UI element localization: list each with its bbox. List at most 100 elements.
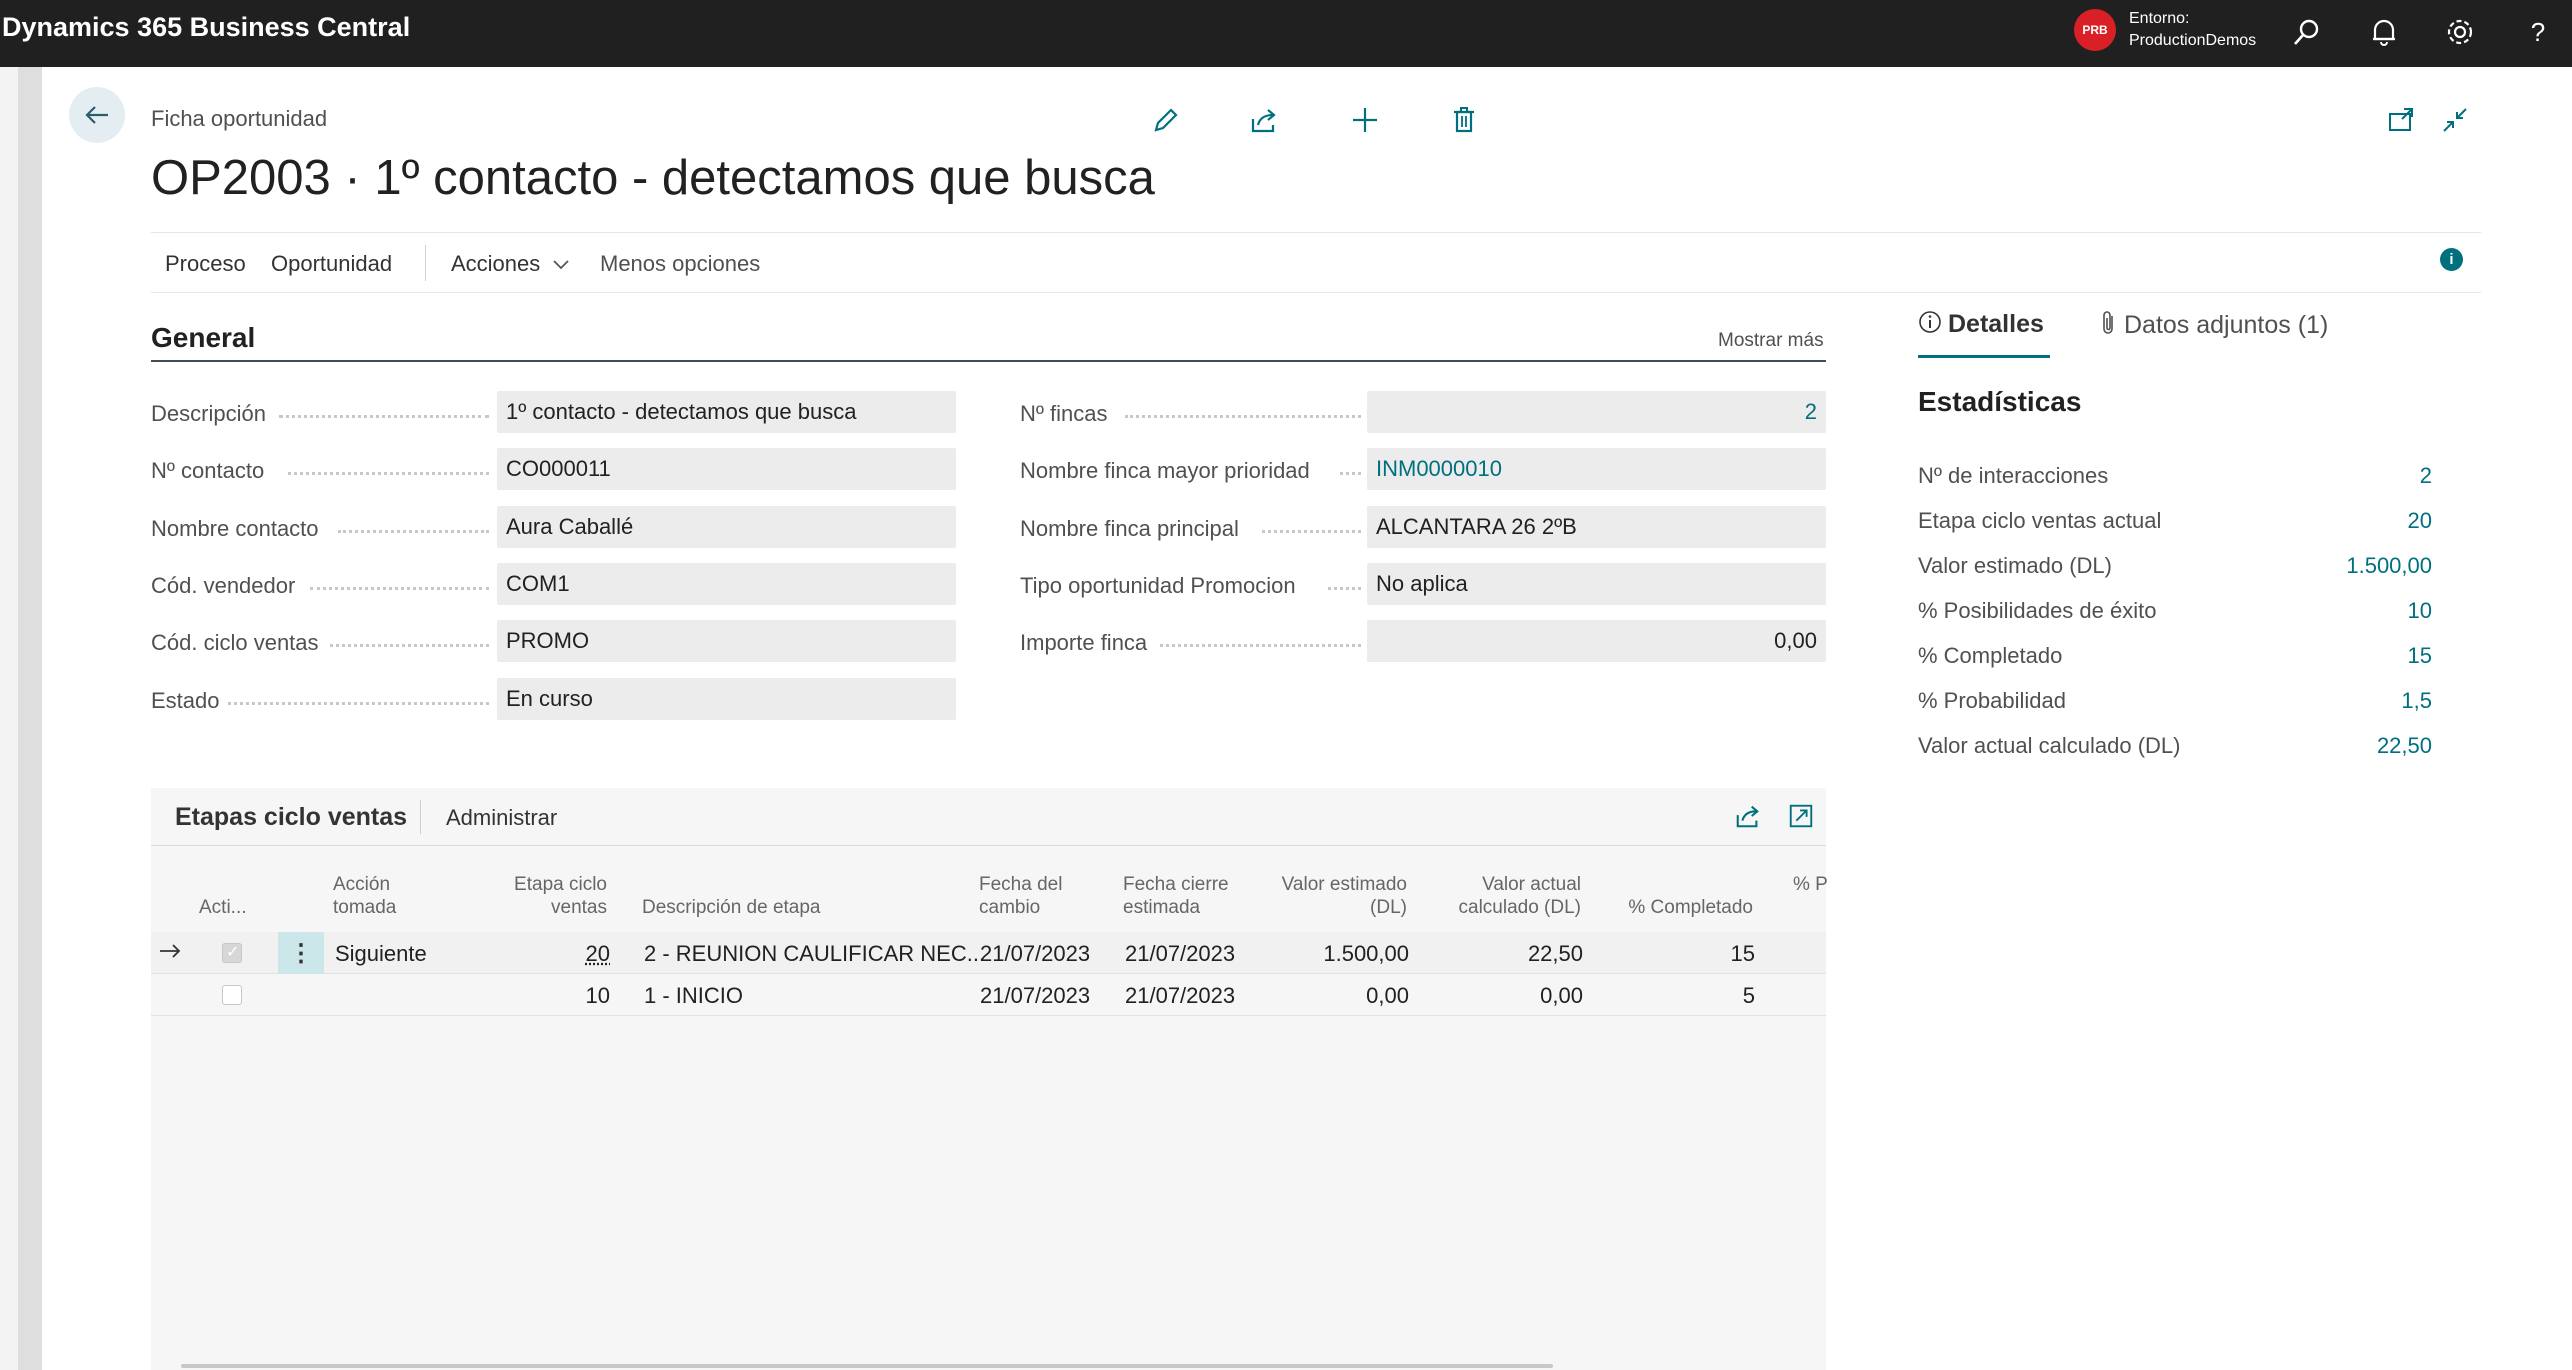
arrow-left-icon <box>85 106 108 124</box>
col-head-line: Valor estimado <box>1281 874 1407 895</box>
general-section-title[interactable]: General <box>151 322 255 354</box>
field-value-nombre-finca-mayor-prioridad[interactable]: INM0000010 <box>1367 448 1826 490</box>
cell-etapa[interactable]: 20 <box>551 941 610 967</box>
part-expand-button[interactable] <box>1783 798 1819 834</box>
col-head-probabilidad[interactable]: % P <box>1793 873 1828 896</box>
field-value-nombre-finca-principal[interactable]: ALCANTARA 26 2ºB <box>1367 506 1826 548</box>
action-proceso[interactable]: Proceso <box>165 251 246 277</box>
col-head-fecha-cierre[interactable]: Fecha cierre estimada <box>1123 873 1229 919</box>
field-value-descripcion[interactable]: 1º contacto - detectamos que busca <box>497 391 956 433</box>
info-icon[interactable]: i <box>2440 248 2463 271</box>
environment-name: ProductionDemos <box>2129 32 2257 49</box>
table-row[interactable]: 10 1 - INICIO 21/07/2023 21/07/2023 0,00… <box>151 974 1826 1016</box>
cell-accion-tomada[interactable]: Siguiente <box>335 941 427 967</box>
left-gutter <box>0 67 42 1370</box>
environment-label: Entorno: <box>2129 10 2190 27</box>
field-label-n-fincas: Nº fincas <box>1020 401 1108 426</box>
stat-value[interactable]: 10 <box>2232 598 2432 624</box>
factbox-title: Estadísticas <box>1918 386 2082 417</box>
field-value-estado[interactable]: En curso <box>497 678 956 720</box>
col-head-fecha-cambio[interactable]: Fecha del cambio <box>979 873 1062 919</box>
row-active-checkbox[interactable] <box>222 985 242 1005</box>
stat-label: Etapa ciclo ventas actual <box>1918 508 2162 533</box>
show-more-link[interactable]: Mostrar más <box>1718 330 1824 352</box>
collapse-button[interactable] <box>2435 100 2475 140</box>
cell-completado[interactable]: 5 <box>1621 983 1755 1009</box>
field-value-tipo-oportunidad-promocion[interactable]: No aplica <box>1367 563 1826 605</box>
stat-value[interactable]: 1,5 <box>2232 688 2432 714</box>
action-oportunidad[interactable]: Oportunidad <box>271 251 392 277</box>
gear-icon[interactable] <box>2440 12 2480 52</box>
action-menos-opciones[interactable]: Menos opciones <box>600 251 760 277</box>
col-head-valor-actual[interactable]: Valor actual calculado (DL) <box>1413 873 1582 919</box>
col-head-valor-estimado[interactable]: Valor estimado (DL) <box>1265 873 1407 919</box>
col-head-line: estimada <box>1123 897 1201 918</box>
field-value-importe-finca[interactable]: 0,00 <box>1367 620 1826 662</box>
share-icon <box>1251 109 1276 133</box>
stat-value[interactable]: 22,50 <box>2232 733 2432 759</box>
field-value-cod-vendedor[interactable]: COM1 <box>497 563 956 605</box>
horizontal-scrollbar[interactable] <box>181 1364 1553 1368</box>
paperclip-icon <box>2100 310 2118 343</box>
col-head-etapa-ciclo-ventas[interactable]: Etapa ciclo ventas <box>491 873 607 919</box>
col-head-line: Fecha cierre <box>1123 874 1229 895</box>
open-new-window-button[interactable] <box>2381 100 2421 140</box>
environment-info[interactable]: Entorno: ProductionDemos <box>2129 8 2256 52</box>
col-head-accion-tomada[interactable]: Acción tomada <box>333 873 396 919</box>
share-button[interactable] <box>1244 100 1284 140</box>
cell-fecha-cambio[interactable]: 21/07/2023 <box>980 941 1090 967</box>
field-value-nombre-contacto[interactable]: Aura Caballé <box>497 506 956 548</box>
plus-icon <box>1353 108 1377 132</box>
stat-value[interactable]: 1.500,00 <box>2232 553 2432 579</box>
back-button[interactable] <box>69 87 125 143</box>
col-head-descripcion[interactable]: Descripción de etapa <box>642 896 821 919</box>
col-head-completado[interactable]: % Completado <box>1591 896 1753 919</box>
field-dots <box>1262 530 1361 533</box>
administrar-button[interactable]: Administrar <box>446 805 557 831</box>
field-label-tipo-oportunidad-promocion: Tipo oportunidad Promocion <box>1020 573 1296 598</box>
app-brand[interactable]: Dynamics 365 Business Central <box>2 12 410 43</box>
stat-value[interactable]: 20 <box>2232 508 2432 534</box>
field-label-cod-vendedor: Cód. vendedor <box>151 573 296 598</box>
stat-label: Nº de interacciones <box>1918 463 2109 488</box>
cell-descripcion[interactable]: 2 - REUNION CAULIFICAR NEC... <box>644 941 985 967</box>
col-head-activa[interactable]: Acti... <box>199 896 247 919</box>
field-value-n-contacto[interactable]: CO000011 <box>497 448 956 490</box>
part-share-button[interactable] <box>1730 798 1766 834</box>
field-value-n-fincas[interactable]: 2 <box>1367 391 1826 433</box>
tab-datos-adjuntos[interactable]: Datos adjuntos (1) <box>2100 310 2328 343</box>
cell-completado[interactable]: 15 <box>1621 941 1755 967</box>
bell-icon[interactable] <box>2364 12 2404 52</box>
edit-button[interactable] <box>1146 100 1186 140</box>
cell-valor-actual[interactable]: 0,00 <box>1431 983 1583 1009</box>
delete-button[interactable] <box>1444 100 1484 140</box>
help-icon[interactable]: ? <box>2518 12 2558 52</box>
row-menu-button[interactable]: ⋮ <box>278 932 324 974</box>
field-label-descripcion: Descripción <box>151 401 266 426</box>
cell-valor-estimado[interactable]: 0,00 <box>1261 983 1409 1009</box>
search-icon[interactable] <box>2287 12 2327 52</box>
open-new-window-icon <box>2389 108 2413 131</box>
trash-icon <box>1454 107 1474 133</box>
cell-fecha-cambio[interactable]: 21/07/2023 <box>980 983 1090 1009</box>
stat-value[interactable]: 2 <box>2232 463 2432 489</box>
tab-detalles[interactable]: Detalles <box>1918 310 2044 341</box>
cell-fecha-cierre[interactable]: 21/07/2023 <box>1125 983 1235 1009</box>
action-acciones[interactable]: Acciones <box>451 251 570 277</box>
field-value-cod-ciclo-ventas[interactable]: PROMO <box>497 620 956 662</box>
environment-badge[interactable]: PRB <box>2074 9 2116 51</box>
row-active-checkbox[interactable] <box>222 942 242 963</box>
chevron-down-icon <box>552 251 570 277</box>
cell-etapa[interactable]: 10 <box>551 983 610 1009</box>
tab-datos-adjuntos-label: Datos adjuntos (1) <box>2124 311 2329 340</box>
cell-valor-actual[interactable]: 22,50 <box>1431 941 1583 967</box>
stat-value[interactable]: 15 <box>2232 643 2432 669</box>
new-button[interactable] <box>1345 100 1385 140</box>
cell-fecha-cierre[interactable]: 21/07/2023 <box>1125 941 1235 967</box>
cell-descripcion[interactable]: 1 - INICIO <box>644 983 743 1009</box>
stat-label: % Completado <box>1918 643 2063 668</box>
etapas-part-title[interactable]: Etapas ciclo ventas <box>175 803 407 832</box>
table-row[interactable]: ⋮ Siguiente 20 2 - REUNION CAULIFICAR NE… <box>151 932 1826 974</box>
cell-valor-estimado[interactable]: 1.500,00 <box>1261 941 1409 967</box>
field-dots <box>228 702 489 705</box>
